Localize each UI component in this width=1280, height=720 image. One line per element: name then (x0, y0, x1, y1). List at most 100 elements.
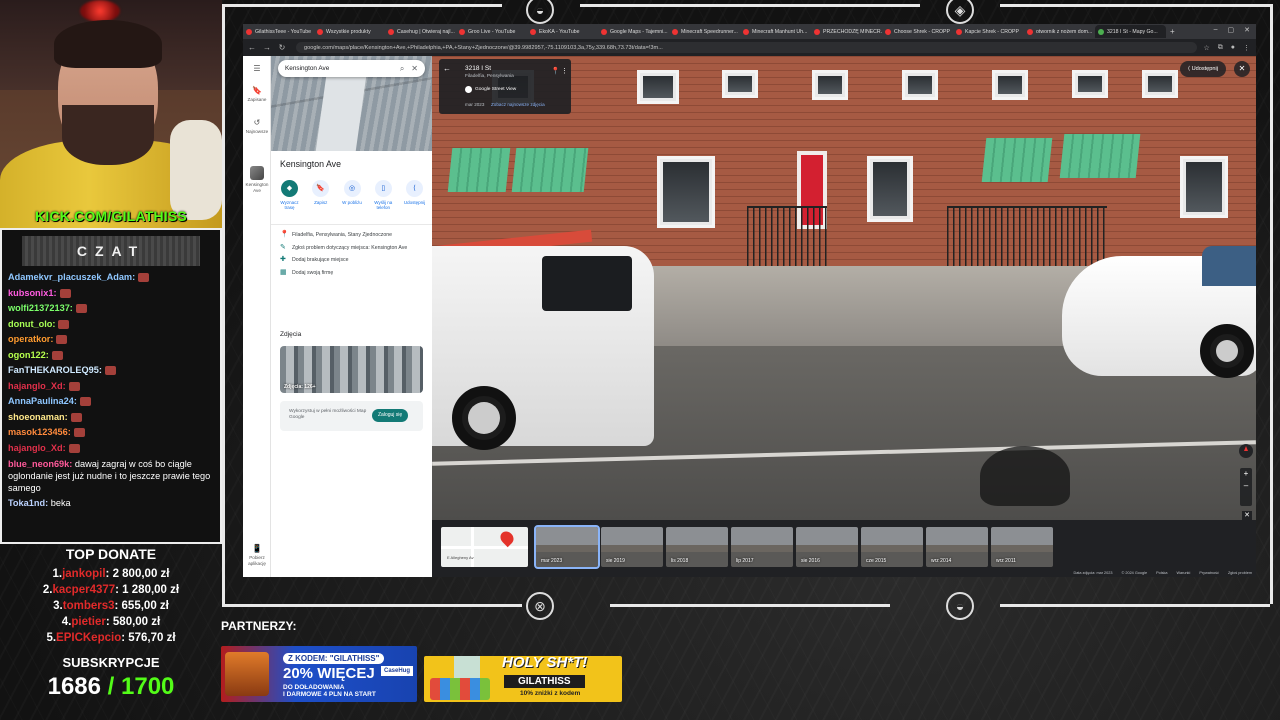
chat-username: ogon122: (8, 349, 49, 360)
minimize-icon[interactable]: – (1214, 26, 1218, 34)
rail-item-recent[interactable]: ↺ Najnowsze (243, 118, 271, 135)
frame-line (610, 604, 890, 607)
login-promo-text: Wykorzystuj w pełni możliwości Map Googl… (289, 409, 367, 420)
house-window (637, 70, 679, 104)
browser-tab[interactable]: Choose Shrek - CROPP (882, 25, 953, 38)
close-timeline-icon[interactable]: ✕ (1242, 511, 1252, 520)
info-row-text: Zgłoś problem dotyczący miejsca: Kensing… (292, 244, 408, 251)
rail-item-recent-place[interactable]: Kensington Ave (243, 166, 271, 193)
tab-label: PRZECHODZĘ MINECR... (823, 28, 882, 35)
browser-tab[interactable]: GilathissTeee - YouTube (243, 25, 314, 38)
green-awning (1059, 134, 1141, 178)
drink-cans-icon (430, 678, 490, 700)
share-button[interactable]: ⟨ Udostępnij (400, 180, 429, 211)
street-view-canvas[interactable]: ← 3218 I St Filadelfia, Pensylwania 📍 ⋮ … (432, 56, 1256, 520)
nearby-button[interactable]: ◎ W pobliżu (338, 180, 367, 211)
tab-label: EkoKA - YouTube (539, 28, 580, 35)
place-title: Kensington Ave (280, 159, 341, 169)
tab-favicon-icon (1098, 28, 1104, 35)
timeline-thumbnail[interactable]: sie 2019 (601, 527, 663, 567)
footer-link[interactable]: Warunki (1177, 571, 1191, 575)
profile-icon[interactable]: ● (1231, 44, 1235, 52)
login-button[interactable]: Zaloguj się (372, 409, 409, 422)
browser-tab[interactable]: Groo Live - YouTube (456, 25, 527, 38)
new-tab-icon[interactable]: + (1166, 27, 1179, 36)
photos-thumbnail[interactable]: Zdjęcia: 126+ (280, 346, 423, 393)
browser-tab[interactable]: PRZECHODZĘ MINECR... (811, 25, 882, 38)
info-row-add-place[interactable]: ✚ Dodaj brakujące miejsce (271, 254, 432, 267)
rail-item-get-app[interactable]: 📱 Pobierz aplikację (243, 544, 271, 566)
timeline-thumbnail[interactable]: lis 2018 (666, 527, 728, 567)
browser-tab[interactable]: Kapcie Shrek - CROPP (953, 25, 1024, 38)
browser-tab[interactable]: Google Maps - Tajemni... (598, 25, 669, 38)
chat-emote-icon (79, 397, 91, 407)
browser-tab[interactable]: Minecraft Manhunt Uh... (740, 25, 811, 38)
compass-icon[interactable] (1239, 444, 1253, 458)
zoom-out-icon[interactable]: – (1240, 480, 1252, 492)
footer-link[interactable]: Prywatność (1199, 571, 1219, 575)
street-view-date: mar 2023 (465, 102, 485, 107)
footer-link: Data zdjęcia: mar 2023 (1073, 571, 1113, 575)
timeline-thumbnail[interactable]: cze 2015 (861, 527, 923, 567)
chat-message: donut_olo: (8, 317, 214, 333)
report-problem-icon: ✎ (280, 243, 286, 251)
browser-tab[interactable]: Casehug | Otwieraj najl... (385, 25, 456, 38)
browser-tab[interactable]: Wszystkie produkty (314, 25, 385, 38)
mini-map[interactable]: E Allegheny Av (441, 527, 528, 567)
send-to-phone-button[interactable]: ▯ Wyślij na telefon (369, 180, 398, 211)
browser-tab[interactable]: 3218 I St - Mapy Go... (1095, 25, 1166, 38)
footer-link: © 2024 Google (1121, 571, 1148, 575)
more-options-icon[interactable]: ⋮ (561, 67, 568, 75)
place-actions: ◆ Wyznacz trasę 🔖 Zapisz ◎ W pobliżu ▯ Wyślij n… (275, 180, 429, 211)
search-icon[interactable]: ⌕ (400, 64, 404, 74)
bookmark-star-icon[interactable]: ☆ (1203, 44, 1209, 52)
address-bar[interactable]: google.com/maps/place/Kensington+Ave,+Ph… (296, 42, 1198, 53)
banner-headline: HOLY SH*T! (502, 656, 588, 671)
save-button[interactable]: 🔖 Zapisz (306, 180, 335, 211)
reload-icon[interactable]: ↻ (276, 43, 288, 52)
footer-link[interactable]: Polska (1156, 571, 1167, 575)
maps-menu-button[interactable]: ☰ (243, 64, 271, 75)
zoom-in-icon[interactable]: + (1240, 468, 1252, 480)
add-business-icon: ▦ (280, 268, 287, 276)
donation-row: 2.kacper4377: 1 280,00 zł (0, 582, 222, 598)
frame-line (1000, 4, 1270, 7)
extensions-icon[interactable]: ⧉ (1218, 44, 1223, 52)
browser-tab[interactable]: EkoKA - YouTube (527, 25, 598, 38)
timeline-thumbnail[interactable]: sie 2016 (796, 527, 858, 567)
close-street-view-icon[interactable]: ✕ (1234, 61, 1250, 77)
clear-search-icon[interactable]: ✕ (411, 64, 418, 73)
tab-favicon-icon (388, 28, 394, 35)
directions-button[interactable]: ◆ Wyznacz trasę (275, 180, 304, 211)
tab-label: Kapcie Shrek - CROPP (965, 28, 1019, 35)
browser-tab[interactable]: Minecraft Speedrunner... (669, 25, 740, 38)
map-pin-icon[interactable]: 📍 (551, 67, 560, 75)
rail-item-label: Pobierz aplikację (248, 555, 266, 566)
partners-label: PARTNERZY: (221, 619, 297, 633)
close-window-icon[interactable]: ✕ (1244, 26, 1250, 34)
back-arrow-icon[interactable]: ← (246, 43, 258, 52)
see-latest-link[interactable]: Zobacz najnowsze zdjęcia (491, 102, 545, 107)
rail-item-saved[interactable]: 🔖 Zapisane (243, 86, 271, 103)
timeline-thumbnail[interactable]: wrz 2011 (991, 527, 1053, 567)
search-input[interactable]: Kensington Ave (285, 65, 393, 72)
share-button[interactable]: ⟨ Udostępnij (1179, 61, 1226, 77)
timeline-thumbnail[interactable]: lip 2017 (731, 527, 793, 567)
donation-name: kacper4377 (52, 584, 116, 596)
timeline-thumbnail[interactable]: mar 2023 (534, 525, 600, 569)
forward-arrow-icon[interactable]: → (261, 43, 273, 52)
timeline-thumbnail[interactable]: wrz 2014 (926, 527, 988, 567)
phone-icon: 📱 (252, 544, 262, 553)
donation-name: pietier (71, 616, 106, 628)
house-window (812, 70, 848, 100)
donation-amount: : 655,00 zł (114, 600, 169, 612)
maximize-icon[interactable]: ▢ (1228, 26, 1235, 34)
footer-link[interactable]: Zgłoś problem (1228, 571, 1252, 575)
info-row-add-business[interactable]: ▦ Dodaj swoją firmę (271, 267, 432, 280)
browser-menu-icon[interactable]: ⋮ (1243, 44, 1250, 52)
browser-tab[interactable]: otwornik z nożem dom... (1024, 25, 1095, 38)
donation-row: 4.pietier: 580,00 zł (0, 614, 222, 630)
back-arrow-icon[interactable]: ← (443, 64, 451, 73)
maps-search-box[interactable]: Kensington Ave ⌕ ✕ (278, 60, 425, 77)
info-row-report-problem[interactable]: ✎ Zgłoś problem dotyczący miejsca: Kensin… (271, 242, 432, 255)
